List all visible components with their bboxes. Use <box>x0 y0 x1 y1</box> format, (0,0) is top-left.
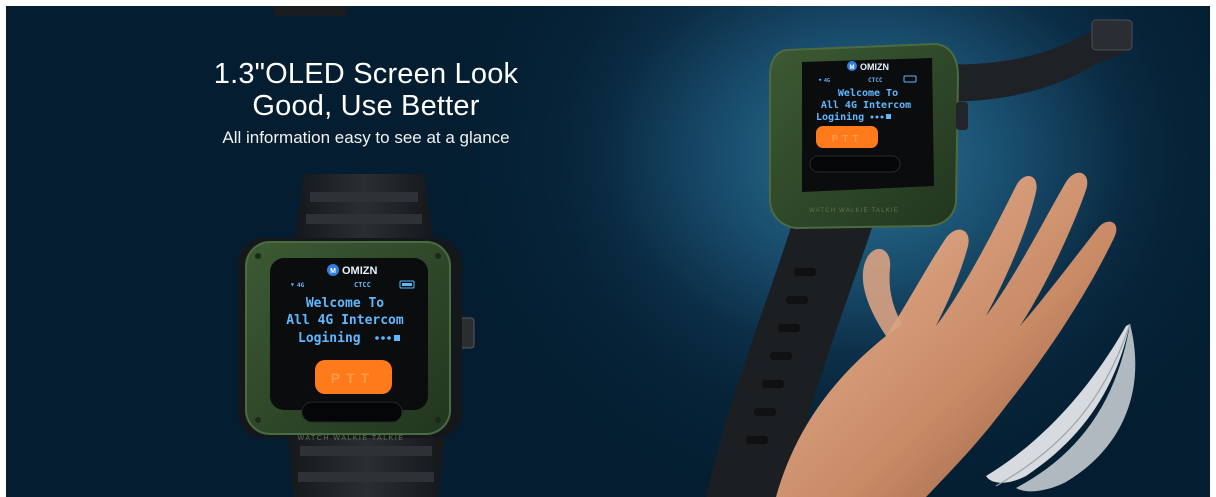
screen-line-1: Welcome To <box>838 88 898 99</box>
ptt-label: PTT <box>832 134 863 145</box>
product-banner: PTT WATCH WALKIE TALKIE M OMIZN ▾ 4G CTC… <box>6 6 1210 497</box>
brand-name: OMIZN <box>860 62 889 72</box>
screen-line-3: Logining <box>298 331 361 346</box>
screen-line-3: Logining <box>816 111 864 123</box>
signal-label: 4G <box>824 78 830 84</box>
signal-icon: ▾ <box>818 76 822 84</box>
brand-name: OMIZN <box>342 265 377 277</box>
headline-block: 1.3"OLED Screen Look Good, Use Better Al… <box>166 58 566 150</box>
brand-badge: M <box>330 268 336 275</box>
brand-badge: M <box>850 65 855 71</box>
screen-line-2: All 4G Intercom <box>286 313 404 328</box>
carrier-label: CTCC <box>354 281 371 289</box>
headline-title-line-2: Good, Use Better <box>252 90 480 122</box>
headline-subtitle: All information easy to see at a glance <box>222 128 510 147</box>
signal-icon: ▾ <box>290 280 295 289</box>
screen-line-2: All 4G Intercom <box>821 100 911 111</box>
screen-line-1: Welcome To <box>306 296 384 311</box>
ptt-label: PTT <box>331 370 375 386</box>
signal-label: 4G <box>297 282 305 289</box>
carrier-label: CTCC <box>868 77 883 84</box>
bezel-label: WATCH WALKIE TALKIE <box>298 435 405 442</box>
headline-title-line-1: 1.3"OLED Screen Look <box>213 58 519 90</box>
bezel-label: WATCH WALKIE TALKIE <box>809 208 899 214</box>
